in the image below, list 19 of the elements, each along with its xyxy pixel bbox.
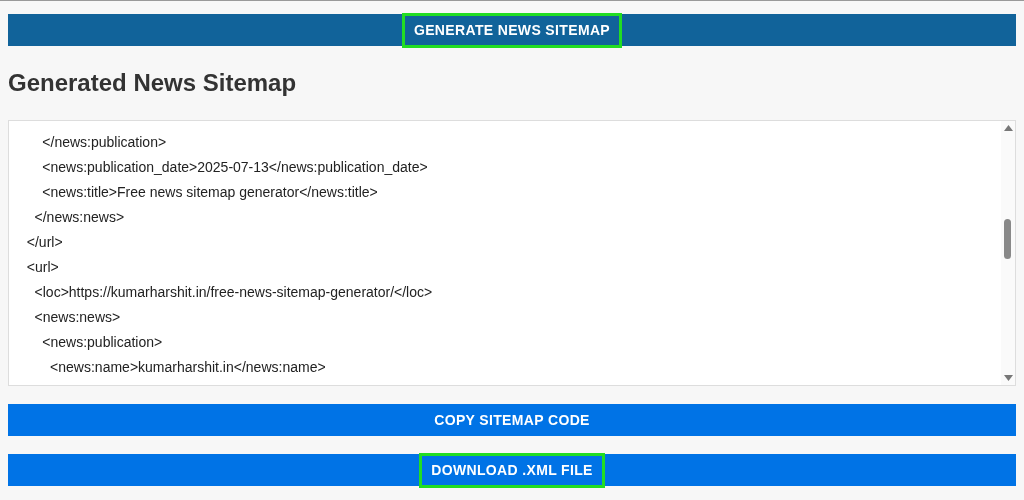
generate-sitemap-button[interactable]: GENERATE NEWS SITEMAP xyxy=(8,14,1016,46)
scroll-down-icon[interactable] xyxy=(1003,375,1013,381)
scrollbar-thumb[interactable] xyxy=(1004,219,1011,259)
sitemap-code-field[interactable] xyxy=(8,120,1016,386)
scroll-up-icon[interactable] xyxy=(1003,125,1013,131)
code-line: <loc>https://kumarharshit.in/free-news-sitemap-generator/</loc> xyxy=(33,283,433,302)
section-heading: Generated News Sitemap xyxy=(8,71,298,95)
code-line: <url> xyxy=(25,258,59,277)
code-line: </news:publication> xyxy=(41,133,167,152)
code-line: </news:news> xyxy=(33,208,125,227)
code-line: <news:publication_date>2025-07-13</news:publication_date> xyxy=(41,158,428,177)
code-line: <news:name>kumarharshit.in</news:name> xyxy=(49,358,326,377)
code-line: </url> xyxy=(25,233,63,252)
download-file-button[interactable]: DOWNLOAD .XML FILE xyxy=(8,454,1016,486)
code-line: <news:news> xyxy=(33,308,121,327)
scrollbar[interactable] xyxy=(1001,121,1015,385)
code-line: <news:publication> xyxy=(41,333,163,352)
copy-code-button[interactable]: COPY SITEMAP CODE xyxy=(8,404,1016,436)
code-line: <news:title>Free news sitemap generator</news:title> xyxy=(41,183,378,202)
